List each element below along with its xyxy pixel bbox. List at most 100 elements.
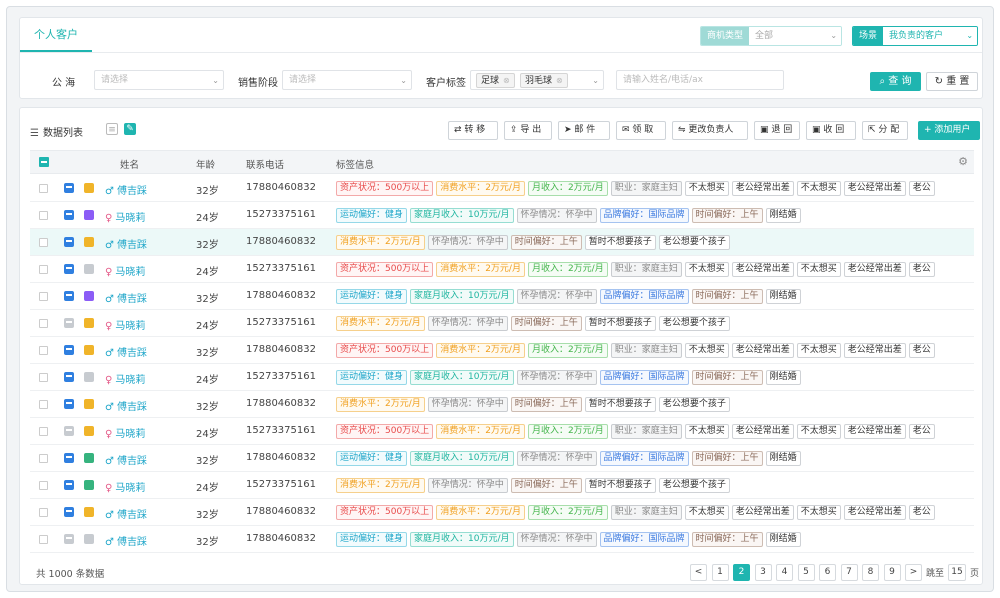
card-icon[interactable] — [64, 426, 74, 436]
page-button[interactable]: 3 — [754, 564, 772, 581]
row-checkbox[interactable] — [39, 373, 48, 382]
table-row[interactable]: ♀ 马晓莉 24岁 15273375161 资产状况：500万以上 消费水平：2万元/月月… — [30, 418, 974, 445]
card-icon[interactable] — [64, 399, 74, 409]
tag-chip-football[interactable]: 足球 ⊗ — [476, 73, 515, 88]
prev-page-button[interactable]: < — [690, 564, 707, 581]
page-button[interactable]: 7 — [840, 564, 858, 581]
opp-type-value[interactable]: 全部 ⌄ — [749, 27, 842, 45]
claim-button[interactable]: ✉ 领 取 — [616, 121, 666, 140]
tag-chip-badminton[interactable]: 羽毛球 ⊗ — [520, 73, 568, 88]
card-icon[interactable] — [64, 264, 74, 274]
change-owner-button[interactable]: ⇋ 更改负责人 — [672, 121, 748, 140]
doc-icon[interactable]: ≡ — [106, 123, 118, 135]
row-checkbox[interactable] — [39, 211, 48, 220]
table-row[interactable]: ♀ 马晓莉 24岁 15273375161 资产状况：500万以上 消费水平：2万元/月月… — [30, 256, 974, 283]
row-checkbox[interactable] — [39, 508, 48, 517]
customer-name[interactable]: ♀ 马晓莉 — [105, 209, 145, 224]
col-age[interactable]: 年龄 — [196, 157, 215, 171]
row-checkbox[interactable] — [39, 184, 48, 193]
customer-name[interactable]: ♂ 傅吉踩 — [105, 533, 147, 548]
card-icon[interactable] — [64, 534, 74, 544]
reset-button[interactable]: ↻ 重 置 — [926, 72, 978, 91]
table-row[interactable]: ♀ 马晓莉 24岁 15273375161 运动偏好：健身 家庭月收入：10万元/月 怀孕情… — [30, 364, 974, 391]
export-button[interactable]: ⇪ 导 出 — [504, 121, 552, 140]
stage-select[interactable]: 请选择 ⌄ — [282, 70, 412, 90]
scene-value[interactable]: 我负责的客户 ⌄ — [883, 27, 978, 45]
recall-button[interactable]: ▣ 收 回 — [806, 121, 856, 140]
customer-name[interactable]: ♂ 傅吉踩 — [105, 506, 147, 521]
card-icon[interactable] — [64, 345, 74, 355]
col-name[interactable]: 姓名 — [120, 157, 139, 171]
jump-input[interactable]: 15 — [948, 564, 966, 581]
row-checkbox[interactable] — [39, 238, 48, 247]
customer-name[interactable]: ♀ 马晓莉 — [105, 371, 145, 386]
email-button[interactable]: ➤ 邮 件 — [558, 121, 610, 140]
tab-personal-customer[interactable]: 个人客户 — [20, 18, 92, 52]
table-row[interactable]: ♂ 傅吉踩 32岁 17880460832 运动偏好：健身 家庭月收入：10万元/月 怀孕情… — [30, 283, 974, 310]
card-icon[interactable] — [64, 210, 74, 220]
row-checkbox[interactable] — [39, 319, 48, 328]
assign-button[interactable]: ⇱ 分 配 — [862, 121, 908, 140]
customer-name[interactable]: ♀ 马晓莉 — [105, 479, 145, 494]
customer-name[interactable]: ♂ 傅吉踩 — [105, 182, 147, 197]
gear-icon[interactable]: ⚙ — [958, 155, 968, 168]
card-icon[interactable] — [64, 318, 74, 328]
list-icon: ☰ — [30, 128, 39, 139]
customer-name[interactable]: ♂ 傅吉踩 — [105, 236, 147, 251]
row-checkbox[interactable] — [39, 535, 48, 544]
card-icon[interactable] — [64, 183, 74, 193]
table-row[interactable]: ♂ 傅吉踩 32岁 17880460832 运动偏好：健身 家庭月收入：10万元/月 怀孕情… — [30, 526, 974, 553]
add-user-button[interactable]: + 添加用户 — [918, 121, 980, 140]
table-row[interactable]: ♂ 傅吉踩 32岁 17880460832 消费水平：2万元/月 怀孕情况：怀孕中 时间偏好… — [30, 229, 974, 256]
card-icon[interactable] — [64, 291, 74, 301]
row-checkbox[interactable] — [39, 265, 48, 274]
scene-select[interactable]: 场景 我负责的客户 ⌄ — [852, 26, 979, 46]
customer-name[interactable]: ♀ 马晓莉 — [105, 317, 145, 332]
customer-name[interactable]: ♀ 马晓莉 — [105, 425, 145, 440]
close-icon[interactable]: ⊗ — [556, 76, 563, 85]
row-checkbox[interactable] — [39, 427, 48, 436]
opp-type-select[interactable]: 商机类型 全部 ⌄ — [700, 26, 843, 46]
page-button[interactable]: 4 — [776, 564, 793, 581]
table-row[interactable]: ♂ 傅吉踩 32岁 17880460832 消费水平：2万元/月 怀孕情况：怀孕中 时间偏好… — [30, 391, 974, 418]
table-row[interactable]: ♀ 马晓莉 24岁 15273375161 消费水平：2万元/月 怀孕情况：怀孕中 时间偏好… — [30, 472, 974, 499]
page-button[interactable]: 8 — [862, 564, 879, 581]
table-row[interactable]: ♀ 马晓莉 24岁 15273375161 运动偏好：健身 家庭月收入：10万元/月 怀孕情… — [30, 202, 974, 229]
row-checkbox[interactable] — [39, 292, 48, 301]
customer-name[interactable]: ♂ 傅吉踩 — [105, 344, 147, 359]
page-button[interactable]: 9 — [883, 564, 901, 581]
table-row[interactable]: ♀ 马晓莉 24岁 15273375161 消费水平：2万元/月 怀孕情况：怀孕中 时间偏好… — [30, 310, 974, 337]
query-button[interactable]: ⌕ 查 询 — [870, 72, 921, 91]
card-icon[interactable] — [64, 453, 74, 463]
close-icon[interactable]: ⊗ — [503, 76, 510, 85]
search-input[interactable]: 请输入姓名/电话/ax — [616, 70, 784, 90]
card-icon[interactable] — [64, 507, 74, 517]
col-phone[interactable]: 联系电话 — [246, 157, 284, 171]
customer-name[interactable]: ♂ 傅吉踩 — [105, 398, 147, 413]
table-row[interactable]: ♂ 傅吉踩 32岁 17880460832 资产状况：500万以上 消费水平：2万元/月月… — [30, 499, 974, 526]
sea-select[interactable]: 请选择 ⌄ — [94, 70, 224, 90]
customer-tag: 月收入：2万元/月 — [527, 181, 608, 196]
table-row[interactable]: ♂ 傅吉踩 32岁 17880460832 运动偏好：健身 家庭月收入：10万元/月 怀孕情… — [30, 445, 974, 472]
customer-name[interactable]: ♂ 傅吉踩 — [105, 452, 147, 467]
edit-icon[interactable]: ✎ — [124, 123, 136, 135]
page-button[interactable]: 6 — [819, 564, 836, 581]
table-row[interactable]: ♂ 傅吉踩 32岁 17880460832 资产状况：500万以上 消费水平：2万元/月月… — [30, 337, 974, 364]
page-button[interactable]: 1 — [711, 564, 729, 581]
select-all-checkbox[interactable] — [39, 157, 49, 167]
customer-name[interactable]: ♀ 马晓莉 — [105, 263, 145, 278]
row-checkbox[interactable] — [39, 481, 48, 490]
customer-name[interactable]: ♂ 傅吉踩 — [105, 290, 147, 305]
card-icon[interactable] — [64, 372, 74, 382]
row-checkbox[interactable] — [39, 346, 48, 355]
row-checkbox[interactable] — [39, 400, 48, 409]
card-icon[interactable] — [64, 480, 74, 490]
transfer-button[interactable]: ⇄ 转 移 — [448, 121, 498, 140]
return-button[interactable]: ▣ 退 回 — [754, 121, 800, 140]
page-button[interactable]: 2 — [733, 564, 750, 581]
page-button[interactable]: 5 — [797, 564, 815, 581]
card-icon[interactable] — [64, 237, 74, 247]
next-page-button[interactable]: > — [905, 564, 922, 581]
table-row[interactable]: ♂ 傅吉踩 32岁 17880460832 资产状况：500万以上 消费水平：2万元/月月… — [30, 175, 974, 202]
row-checkbox[interactable] — [39, 454, 48, 463]
